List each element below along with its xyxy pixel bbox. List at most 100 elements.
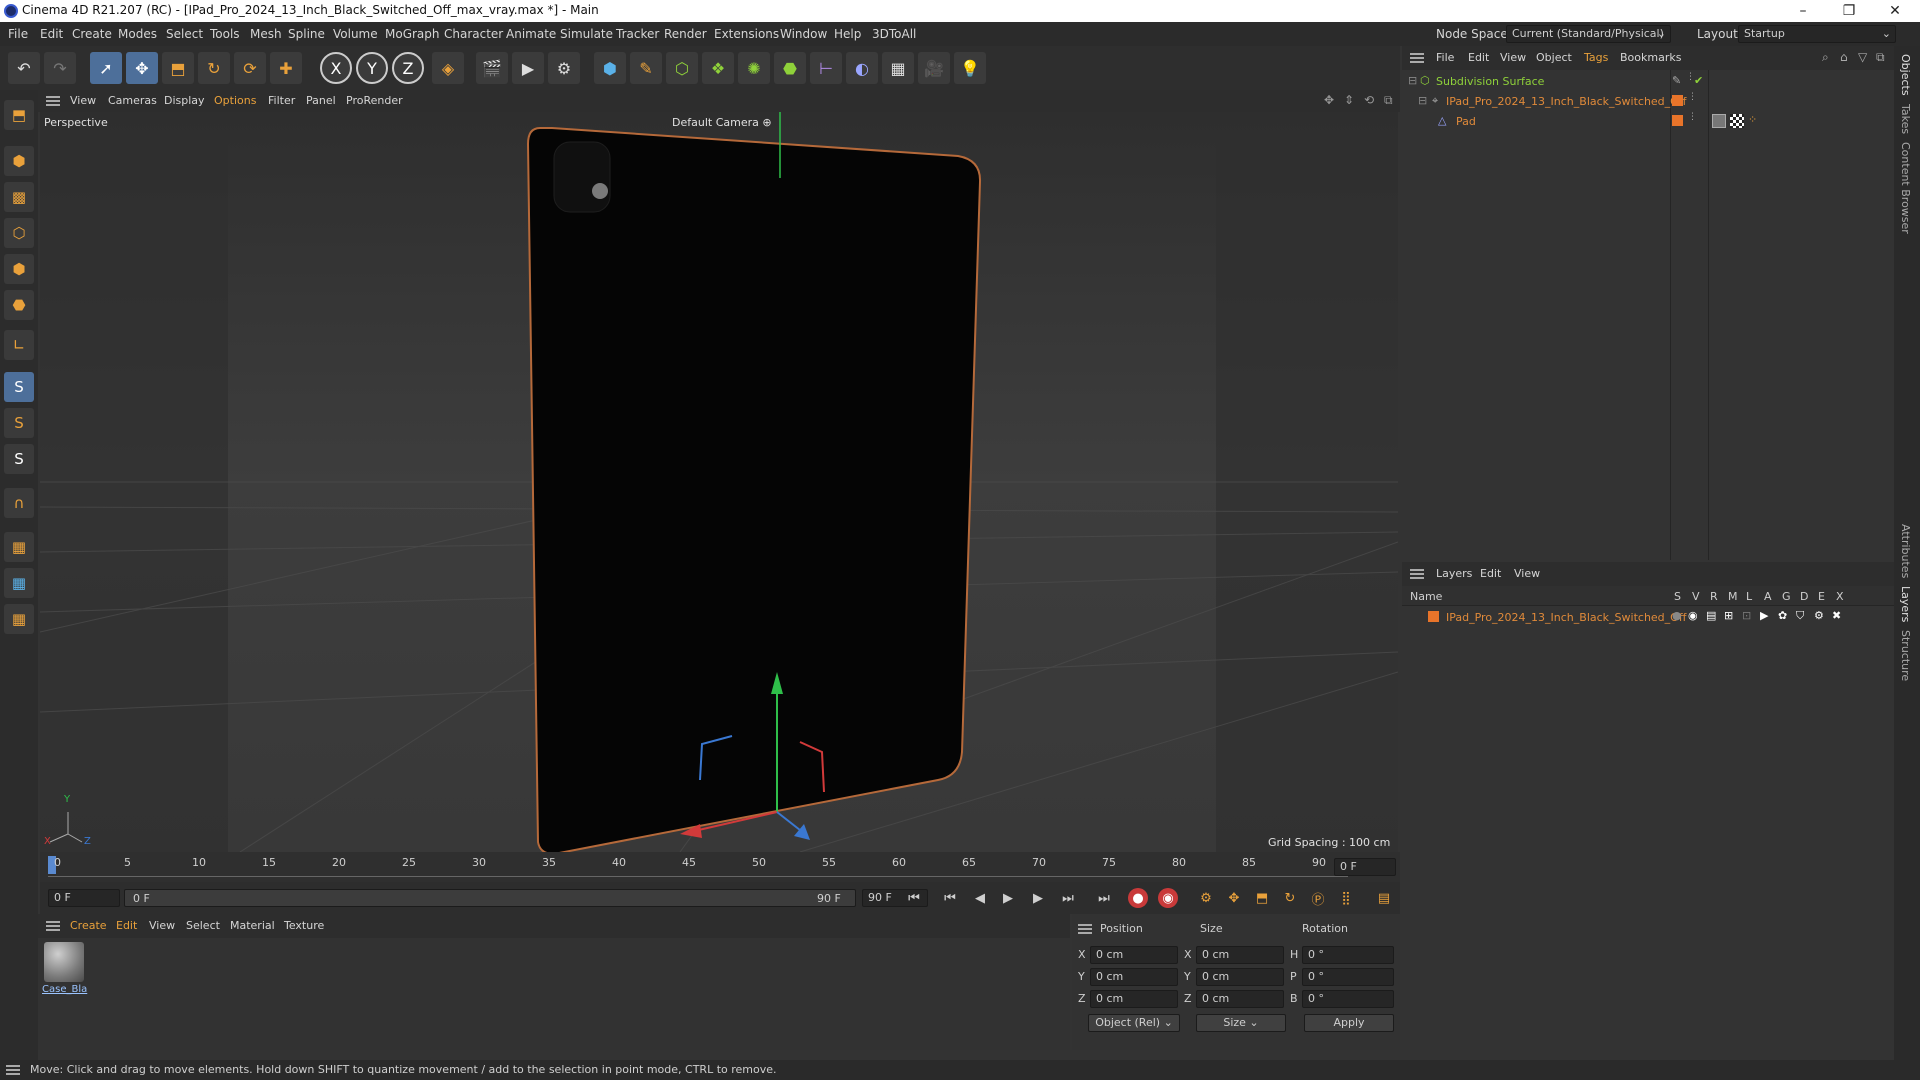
node-space-dropdown[interactable]: Current (Standard/Physical) ⌄ <box>1506 25 1671 43</box>
hamburger-icon[interactable] <box>1410 53 1424 63</box>
minimize-button[interactable]: – <box>1780 0 1826 22</box>
tab-structure[interactable]: Structure <box>1899 630 1912 681</box>
edit-toggle-icon[interactable]: ✎ <box>1672 74 1681 87</box>
home-icon[interactable]: ⌂ <box>1840 50 1848 64</box>
frame-range-slider[interactable]: 0 F 90 F <box>124 889 856 907</box>
tab-attributes[interactable]: Attributes <box>1899 524 1912 578</box>
timeline-ruler[interactable]: 0 5 10 15 20 25 30 35 40 45 50 55 60 65 … <box>40 852 1400 882</box>
hamburger-icon[interactable] <box>46 921 60 931</box>
new-window-icon[interactable]: ⧉ <box>1876 50 1885 65</box>
layer-col-render[interactable]: R <box>1710 590 1718 603</box>
render-picture-viewer-icon[interactable]: ▶ <box>512 52 544 84</box>
layer-col-generators[interactable]: G <box>1782 590 1791 603</box>
xref-icon[interactable]: ✖ <box>1832 609 1841 622</box>
expression-icon[interactable]: ⚙ <box>1814 609 1824 622</box>
viewport-menu-display[interactable]: Display <box>164 94 205 107</box>
rotation-h-field[interactable]: 0 ° <box>1302 946 1394 964</box>
mograph-icon[interactable]: ⬣ <box>774 52 806 84</box>
menu-3dtoall[interactable]: 3DToAll <box>872 27 916 41</box>
layer-col-expressions[interactable]: E <box>1818 590 1825 603</box>
solo-mode-icon[interactable]: S <box>4 372 34 402</box>
viewport-menu-panel[interactable]: Panel <box>306 94 336 107</box>
rotation-p-field[interactable]: 0 ° <box>1302 968 1394 986</box>
animation-play-icon[interactable]: ▶ <box>1760 609 1768 622</box>
layer-row[interactable]: IPad_Pro_2024_13_Inch_Black_Switched_Off… <box>1402 608 1894 626</box>
field-icon[interactable]: ✺ <box>738 52 770 84</box>
material-menu-create[interactable]: Create <box>70 919 107 932</box>
phong-tag-icon[interactable] <box>1712 114 1726 128</box>
object-menu-tags[interactable]: Tags <box>1584 51 1608 64</box>
start-frame-field[interactable]: 0 F <box>48 889 120 907</box>
menu-create[interactable]: Create <box>72 27 112 41</box>
material-item[interactable]: Case_Bla <box>42 942 87 1000</box>
object-row[interactable]: △ Pad ⋮ ⁘ <box>1402 112 1894 130</box>
coordinate-mode-dropdown[interactable]: Object (Rel) ⌄ <box>1088 1014 1180 1032</box>
size-mode-dropdown[interactable]: Size ⌄ <box>1196 1014 1286 1032</box>
add-tool-icon[interactable]: ✚ <box>270 52 302 84</box>
solo-off-icon[interactable]: S <box>4 408 34 438</box>
close-button[interactable]: ✕ <box>1872 0 1918 22</box>
keyframe-selection-icon[interactable]: ⚙ <box>1196 888 1216 908</box>
material-menu-edit[interactable]: Edit <box>116 919 137 932</box>
menu-mograph[interactable]: MoGraph <box>385 27 440 41</box>
cloner-icon[interactable]: ❖ <box>702 52 734 84</box>
maximize-button[interactable]: ❐ <box>1826 0 1872 22</box>
next-frame-icon[interactable]: ▶ <box>1028 888 1048 908</box>
menu-tracker[interactable]: Tracker <box>616 27 659 41</box>
viewport-menu-cameras[interactable]: Cameras <box>108 94 157 107</box>
object-menu-bookmarks[interactable]: Bookmarks <box>1620 51 1681 64</box>
snap-magnet-icon[interactable]: ∩ <box>4 488 34 518</box>
edge-mode-icon[interactable]: ⬢ <box>4 254 34 284</box>
polygon-mode-icon[interactable]: ⬣ <box>4 290 34 320</box>
layer-menu-edit[interactable]: Edit <box>1480 567 1501 580</box>
render-settings-icon[interactable]: ⚙ <box>548 52 580 84</box>
material-menu-view[interactable]: View <box>149 919 175 932</box>
position-z-field[interactable]: 0 cm <box>1090 990 1178 1008</box>
size-x-field[interactable]: 0 cm <box>1196 946 1284 964</box>
menu-select[interactable]: Select <box>166 27 203 41</box>
solo-dot-icon[interactable]: ● <box>1672 609 1682 622</box>
viewport-move-icon[interactable]: ✥ <box>1324 93 1334 107</box>
deformer-icon[interactable]: ⛉ <box>1796 609 1804 623</box>
current-frame-field[interactable]: 0 F <box>1334 858 1396 876</box>
timeline-window-icon[interactable]: ▤ <box>1374 888 1394 908</box>
make-editable-icon[interactable]: ⬒ <box>4 100 34 130</box>
menu-tools[interactable]: Tools <box>210 27 240 41</box>
tab-layers[interactable]: Layers <box>1899 586 1912 622</box>
uvw-tag-icon[interactable]: ⁘ <box>1748 113 1757 126</box>
position-key-icon[interactable]: ✥ <box>1224 888 1244 908</box>
viewport-menu-filter[interactable]: Filter <box>268 94 295 107</box>
undo-icon[interactable]: ↶ <box>8 52 40 84</box>
expand-toggle-icon[interactable]: ⊟ <box>1408 74 1417 87</box>
menu-spline[interactable]: Spline <box>288 27 325 41</box>
spline-pen-icon[interactable]: ✎ <box>630 52 662 84</box>
next-key-icon[interactable]: ⏭ <box>1058 888 1078 908</box>
size-y-field[interactable]: 0 cm <box>1196 968 1284 986</box>
menu-mesh[interactable]: Mesh <box>250 27 282 41</box>
render-view-icon[interactable]: 🎬 <box>476 52 508 84</box>
subdivision-surface-icon[interactable]: ⬡ <box>666 52 698 84</box>
object-menu-edit[interactable]: Edit <box>1468 51 1489 64</box>
size-z-field[interactable]: 0 cm <box>1196 990 1284 1008</box>
expand-toggle-icon[interactable]: ⊟ <box>1418 94 1427 107</box>
menu-render[interactable]: Render <box>664 27 707 41</box>
menu-volume[interactable]: Volume <box>333 27 378 41</box>
eye-icon[interactable]: ◉ <box>1688 609 1698 622</box>
object-menu-object[interactable]: Object <box>1536 51 1572 64</box>
layout-dropdown[interactable]: Startup ⌄ <box>1738 25 1896 43</box>
menu-simulate[interactable]: Simulate <box>560 27 613 41</box>
hamburger-icon[interactable] <box>1078 924 1092 934</box>
floor-icon[interactable]: ▦ <box>882 52 914 84</box>
environment-icon[interactable]: ◐ <box>846 52 878 84</box>
menu-help[interactable]: Help <box>834 27 861 41</box>
object-menu-view[interactable]: View <box>1500 51 1526 64</box>
layer-color-swatch[interactable] <box>1672 95 1683 106</box>
layer-col-manager[interactable]: M <box>1728 590 1738 603</box>
axis-mode-icon[interactable]: ∟ <box>4 330 34 360</box>
model-mode-icon[interactable]: ⬢ <box>4 146 34 176</box>
go-to-start-icon[interactable]: ⏮ <box>904 888 924 908</box>
material-menu-select[interactable]: Select <box>186 919 220 932</box>
object-menu-file[interactable]: File <box>1436 51 1454 64</box>
camera-icon[interactable]: 🎥 <box>918 52 950 84</box>
pla-key-icon[interactable]: ⣿ <box>1336 888 1356 908</box>
